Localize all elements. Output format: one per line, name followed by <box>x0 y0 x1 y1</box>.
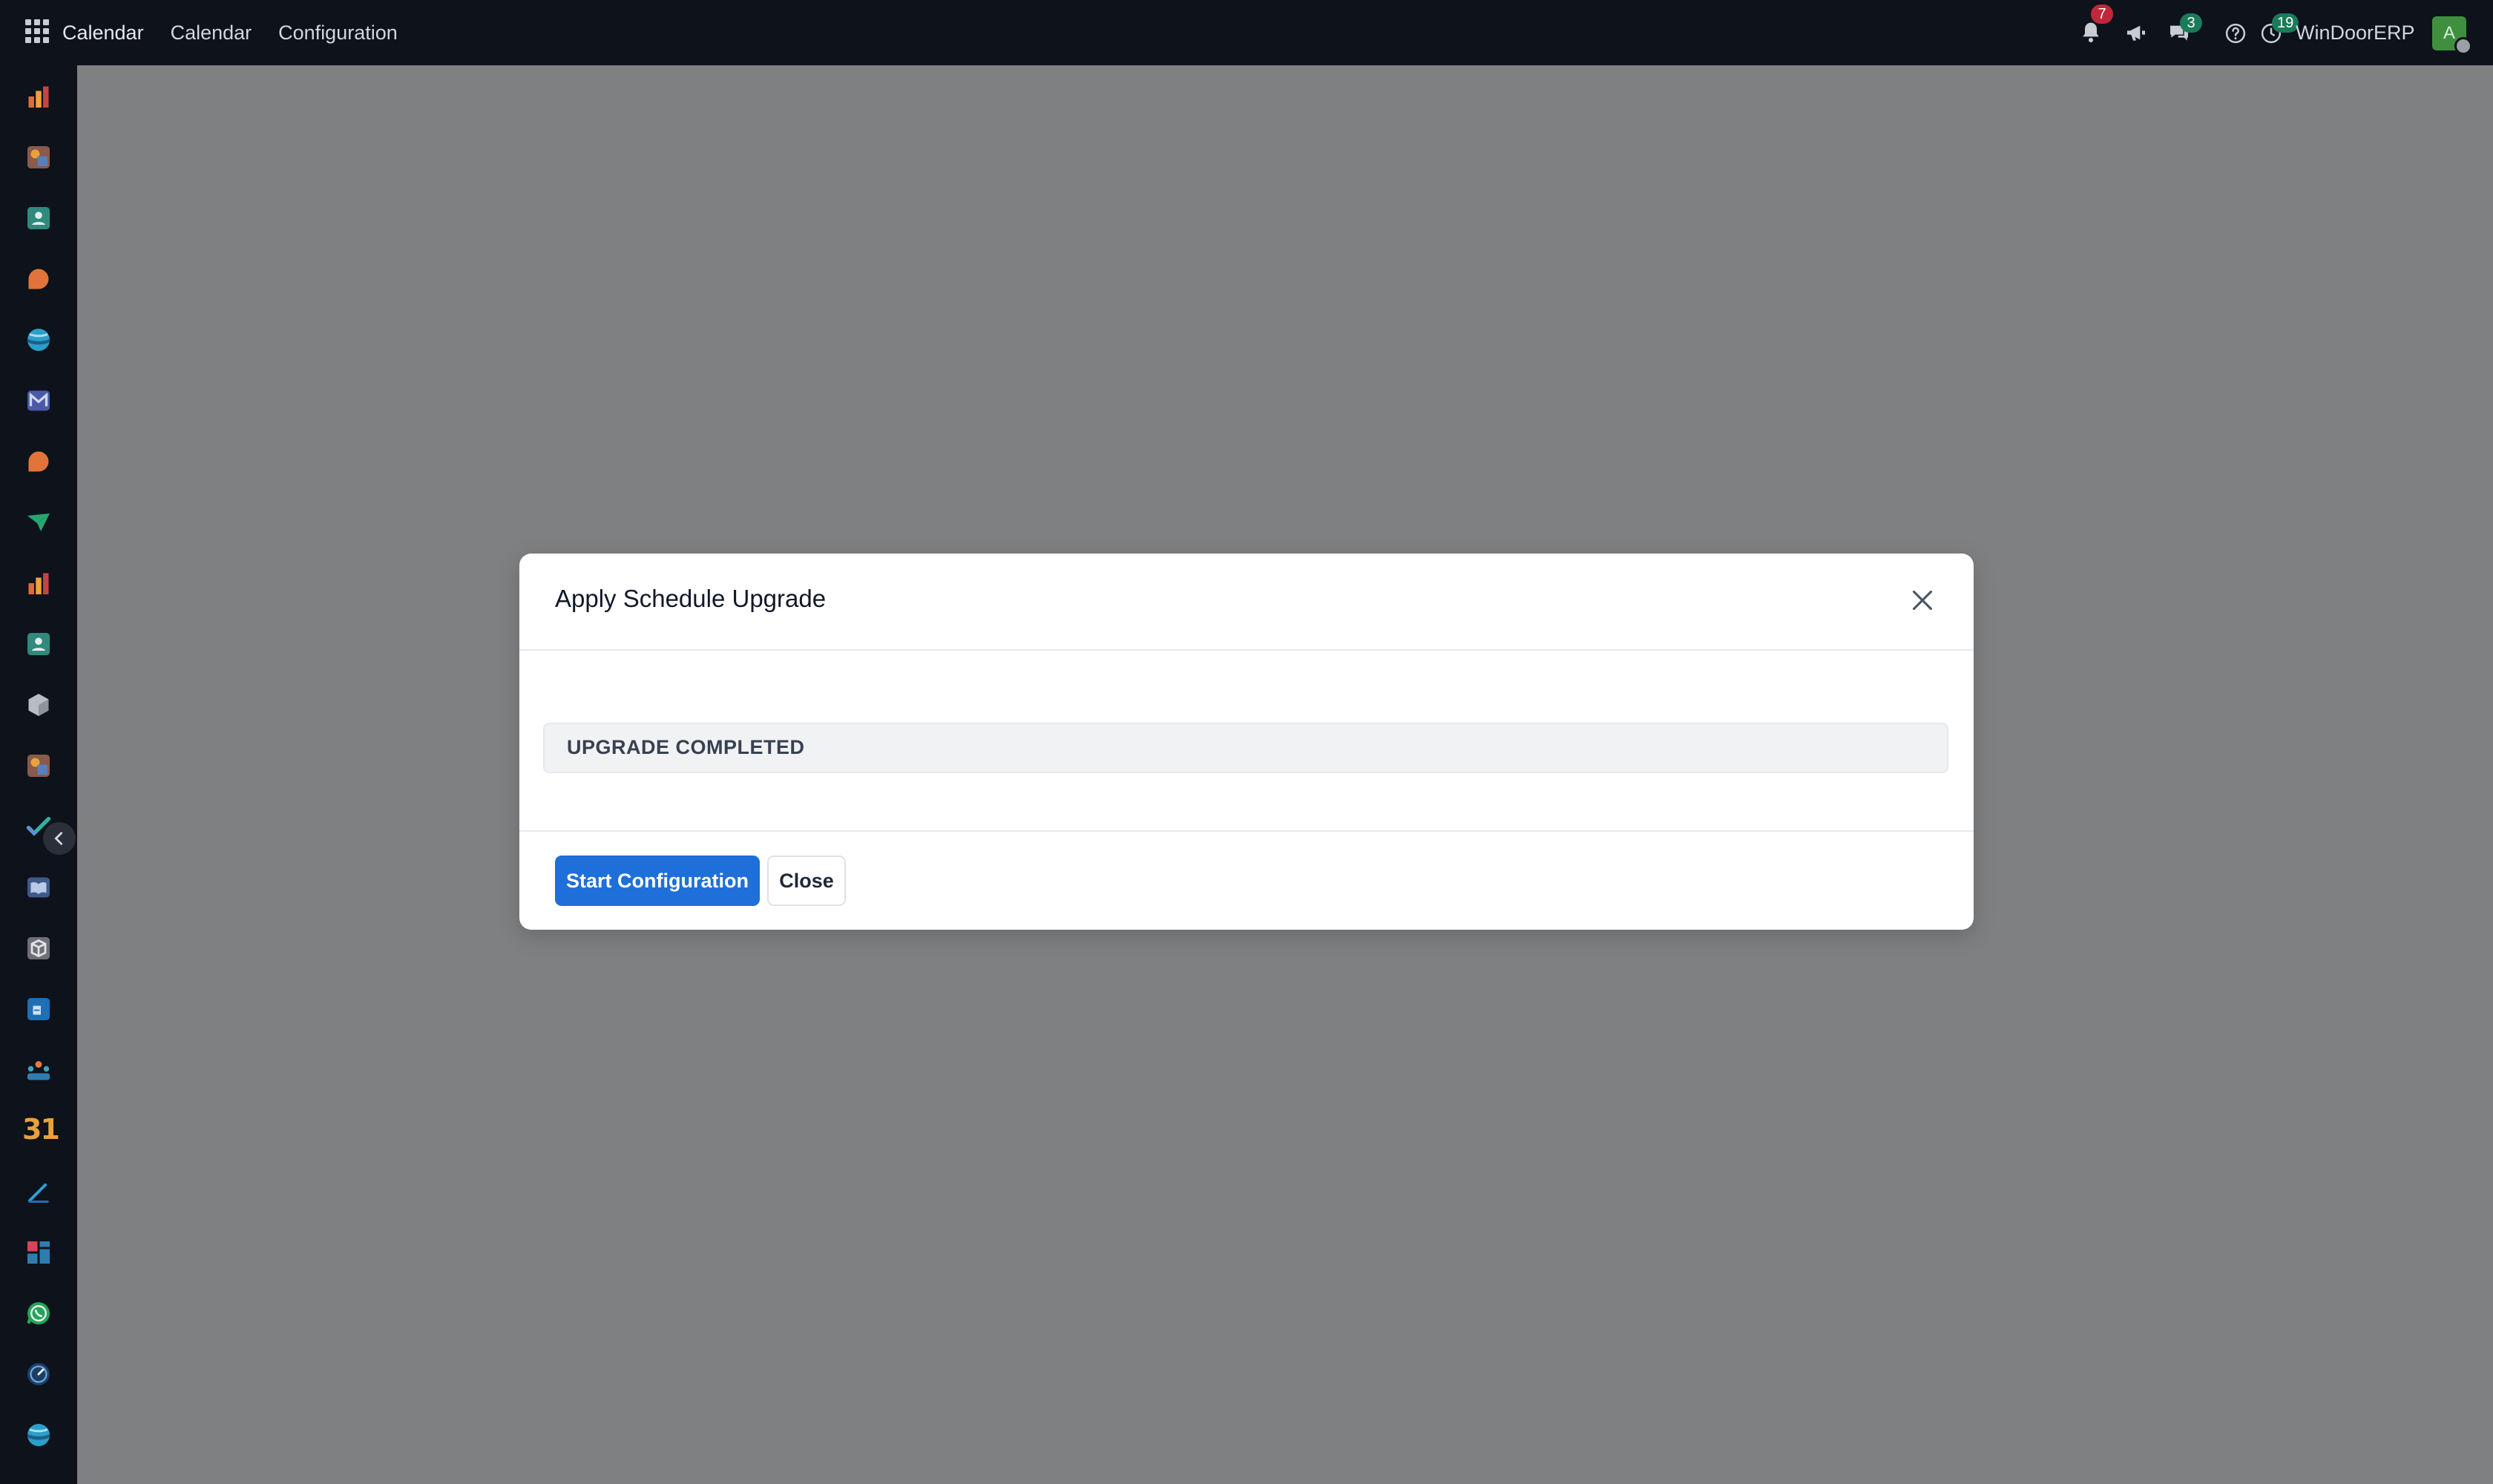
sidebar-app-19[interactable] <box>25 1178 52 1205</box>
user-avatar[interactable]: A <box>2432 16 2472 55</box>
sidebar-app-18[interactable]: 31 <box>22 1113 60 1146</box>
chart-bars-icon <box>28 86 49 108</box>
chat-bubble-icon <box>28 269 49 289</box>
top-menu: Calendar Calendar Configuration <box>62 0 424 65</box>
sidebar-collapse-toggle[interactable] <box>43 822 76 855</box>
gauge-icon <box>27 1363 50 1385</box>
package-icon <box>27 937 50 959</box>
announcements-button[interactable] <box>2124 19 2150 46</box>
sidebar-app-16[interactable] <box>25 996 52 1022</box>
colorful-square-icon <box>27 146 50 168</box>
sidebar-app-10[interactable] <box>25 631 52 657</box>
sphere-icon <box>27 329 50 351</box>
upgrade-status-banner: UPGRADE COMPLETED <box>543 723 1948 773</box>
sphere-icon <box>27 1424 50 1446</box>
company-switcher[interactable]: WinDoorERP <box>2296 0 2415 65</box>
contact-card-icon <box>27 633 50 655</box>
menu-configuration[interactable]: Configuration <box>278 22 398 45</box>
sidebar-app-15[interactable] <box>25 935 52 962</box>
sidebar-app-20[interactable] <box>25 1239 52 1266</box>
bell-icon <box>2083 22 2099 43</box>
dialog-close-button[interactable] <box>1905 583 1939 617</box>
messages-badge: 3 <box>2180 13 2202 33</box>
calendar-31-icon: 31 <box>22 1113 60 1146</box>
sidebar-app-1[interactable] <box>25 83 52 110</box>
upgrade-status-text: UPGRADE COMPLETED <box>567 736 805 758</box>
team-icon <box>27 1061 50 1080</box>
pen-icon <box>28 1183 49 1203</box>
sidebar-app-5[interactable] <box>25 326 52 353</box>
close-icon <box>1912 590 1933 611</box>
sidebar-app-14[interactable] <box>25 874 52 901</box>
sidebar-app-7[interactable] <box>25 448 52 475</box>
sidebar-app-4[interactable] <box>25 266 52 292</box>
help-button[interactable] <box>2223 19 2250 46</box>
mail-icon <box>27 390 50 411</box>
sidebar-app-6[interactable] <box>25 387 52 414</box>
contact-card-icon <box>27 207 50 229</box>
book-icon <box>27 877 50 898</box>
app-sidebar: 31 <box>0 65 77 1484</box>
sidebar-app-17[interactable] <box>25 1057 52 1083</box>
activities-button[interactable]: 19 <box>2259 13 2299 46</box>
hexagon-box-icon <box>28 694 49 716</box>
apps-grid-icon[interactable] <box>25 19 49 43</box>
dialog-title: Apply Schedule Upgrade <box>555 585 827 612</box>
sidebar-app-23[interactable] <box>25 1422 52 1448</box>
presence-status-dot <box>2454 37 2472 55</box>
menu-calendar[interactable]: Calendar <box>171 22 252 45</box>
megaphone-icon <box>2127 25 2145 41</box>
apply-schedule-upgrade-dialog: Apply Schedule Upgrade UPGRADE COMPLETED… <box>519 554 1974 930</box>
sidebar-app-21[interactable] <box>25 1300 52 1327</box>
app-brand-link[interactable]: Calendar <box>62 22 144 45</box>
top-navbar: Calendar Calendar Configuration 7 3 19 W… <box>0 0 2493 65</box>
dialog-footer: Start Configuration Close <box>519 830 1974 930</box>
sidebar-app-2[interactable] <box>25 144 52 171</box>
notifications-button[interactable]: 7 <box>2078 4 2113 46</box>
start-configuration-button[interactable]: Start Configuration <box>555 856 760 906</box>
sidebar-app-3[interactable] <box>25 205 52 232</box>
notifications-badge: 7 <box>2091 4 2113 24</box>
avatar-initial: A <box>2443 23 2455 43</box>
document-icon <box>27 998 50 1020</box>
dialog-header: Apply Schedule Upgrade <box>519 554 1974 651</box>
chat-bubble-icon <box>28 451 49 472</box>
activities-badge: 19 <box>2272 13 2299 33</box>
close-button[interactable]: Close <box>767 856 846 906</box>
messages-button[interactable]: 3 <box>2167 13 2202 46</box>
sidebar-app-9[interactable] <box>25 570 52 597</box>
sidebar-app-12[interactable] <box>25 752 52 779</box>
paper-plane-icon <box>27 513 50 531</box>
whatsapp-icon <box>27 1302 50 1324</box>
chevron-left-icon <box>54 832 63 845</box>
systray: 7 3 19 WinDoorERP A <box>2078 0 2493 65</box>
sidebar-app-11[interactable] <box>25 692 52 718</box>
colorful-square-icon <box>27 755 50 777</box>
chart-bars-icon <box>28 573 49 594</box>
dashboard-icon <box>27 1241 50 1264</box>
sidebar-app-22[interactable] <box>25 1361 52 1388</box>
sidebar-app-8[interactable] <box>25 509 52 536</box>
help-icon <box>2225 23 2246 44</box>
